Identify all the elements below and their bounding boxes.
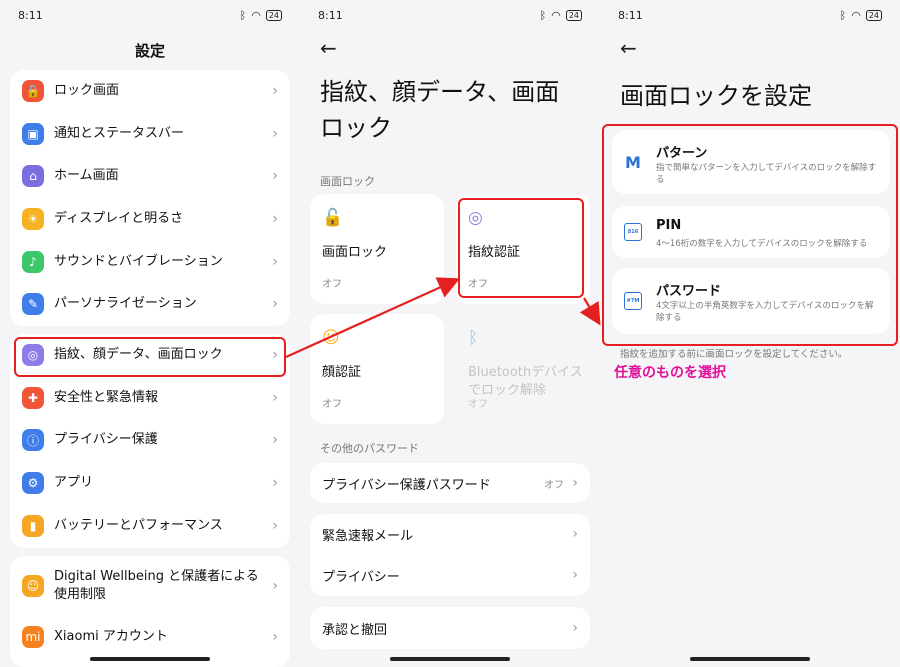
settings-item-label: ロック画面 xyxy=(54,83,120,99)
settings-item[interactable]: ♪ サウンドとバイブレーション › xyxy=(10,240,290,283)
settings-item-icon: ☀ xyxy=(22,208,44,231)
bluetooth-icon: ᛒ xyxy=(239,9,247,22)
chevron-right-icon: › xyxy=(272,389,278,406)
bluetooth-icon: ᛒ xyxy=(468,328,479,348)
chevron-right-icon: › xyxy=(272,629,278,645)
chevron-right-icon: › xyxy=(572,475,578,491)
chevron-right-icon: › xyxy=(272,125,278,142)
chevron-right-icon: › xyxy=(272,296,278,313)
settings-item-label: ホーム画面 xyxy=(54,168,119,184)
home-indicator xyxy=(390,657,510,661)
tile-bluetooth-unlock: ᛒ Bluetoothデバイスでロック解除 オフ xyxy=(456,314,590,424)
settings-item-label: ディスプレイと明るさ xyxy=(54,211,184,227)
emergency-alerts-row[interactable]: 緊急速報メール › xyxy=(310,514,590,554)
home-indicator xyxy=(90,657,210,661)
battery-icon: 24 xyxy=(565,10,582,21)
status-bar: 8:11 ᛒ ◠ 24 xyxy=(618,6,882,26)
chevron-right-icon: › xyxy=(572,526,578,542)
back-arrow-icon[interactable]: ← xyxy=(620,36,637,60)
battery-icon: 24 xyxy=(265,10,282,21)
settings-item-icon: ✚ xyxy=(22,386,44,409)
settings-panel: 8:11 ᛒ ◠ 24 設定 🔒 ロック画面 › ▣ 通知とステータスバー › ⌂ ホーム画面… xyxy=(0,0,300,667)
settings-item[interactable]: ⚙ アプリ › xyxy=(10,462,290,505)
section-label-screen-lock: 画面ロック xyxy=(320,175,375,188)
settings-item[interactable]: ✎ パーソナライゼーション › xyxy=(10,283,290,326)
settings-item[interactable]: ▮ バッテリーとパフォーマンス › xyxy=(10,504,290,547)
wifi-icon: ◠ xyxy=(851,9,861,22)
settings-item-icon: ♪ xyxy=(22,250,44,273)
status-time: 8:11 xyxy=(18,9,43,22)
chevron-right-icon: › xyxy=(572,620,578,636)
settings-item-label: 通知とステータスバー xyxy=(54,125,185,141)
settings-item[interactable]: ☀ ディスプレイと明るさ › xyxy=(10,198,290,241)
settings-item-icon: ▮ xyxy=(22,514,44,537)
settings-item[interactable]: ☺ Digital Wellbeing と保護者による 使用制限 › xyxy=(10,560,290,612)
page-title: 指紋、顔データ、画面ロック xyxy=(320,78,560,142)
settings-item-label: バッテリーとパフォーマンス xyxy=(54,517,223,533)
settings-item-icon: ☺ xyxy=(22,575,44,597)
chevron-right-icon: › xyxy=(572,567,578,583)
settings-item-icon: 🔒 xyxy=(22,80,44,103)
settings-item[interactable]: mi Xiaomi アカウント › xyxy=(10,616,290,658)
section-label-other-passwords: その他のパスワード xyxy=(320,442,419,455)
chevron-right-icon: › xyxy=(272,168,278,185)
chevron-right-icon: › xyxy=(272,211,278,228)
settings-group-1: 🔒 ロック画面 › ▣ 通知とステータスバー › ⌂ ホーム画面 › ☀ ディスプレイと明るさ › ♪ サ… xyxy=(10,70,290,326)
wifi-icon: ◠ xyxy=(551,9,561,22)
home-indicator xyxy=(690,657,810,661)
settings-item-icon: ✎ xyxy=(22,293,44,316)
chevron-right-icon: › xyxy=(272,517,278,534)
highlight-box-settings-item xyxy=(14,337,286,377)
settings-item-icon: ▣ xyxy=(22,122,44,145)
face-icon: ☺ xyxy=(322,328,340,348)
settings-item[interactable]: ⓘ プライバシー保護 › xyxy=(10,419,290,462)
tile-face-unlock[interactable]: ☺ 顔認証 オフ xyxy=(310,314,444,424)
highlight-box-lock-options xyxy=(602,124,898,346)
fingerprint-panel: 8:11 ᛒ ◠ 24 ← 指紋、顔データ、画面ロック 画面ロック 🔓 画面ロッ… xyxy=(300,0,600,667)
status-bar: 8:11 ᛒ ◠ 24 xyxy=(18,6,282,26)
annotation-text: 任意のものを選択 xyxy=(614,365,726,381)
chevron-right-icon: › xyxy=(272,475,278,492)
status-bar: 8:11 ᛒ ◠ 24 xyxy=(318,6,582,26)
chevron-right-icon: › xyxy=(272,578,278,594)
tile-screen-lock[interactable]: 🔓 画面ロック オフ xyxy=(310,194,444,304)
settings-item-label: サウンドとバイブレーション xyxy=(54,253,223,269)
settings-item-icon: ⚙ xyxy=(22,472,44,495)
battery-icon: 24 xyxy=(865,10,882,21)
settings-item-icon: mi xyxy=(22,626,44,648)
page-title: 画面ロックを設定 xyxy=(620,82,812,110)
wifi-icon: ◠ xyxy=(251,9,261,22)
settings-item-icon: ⓘ xyxy=(22,429,44,452)
settings-item-label: Xiaomi アカウント xyxy=(54,629,168,644)
settings-item[interactable]: 🔒 ロック画面 › xyxy=(10,70,290,113)
consent-row[interactable]: 承認と撤回 › xyxy=(310,607,590,649)
settings-item-label: アプリ xyxy=(54,475,94,491)
bluetooth-icon: ᛒ xyxy=(839,9,847,22)
settings-item[interactable]: ⌂ ホーム画面 › xyxy=(10,155,290,198)
page-title: 設定 xyxy=(134,42,165,60)
settings-item-label: プライバシー保護 xyxy=(54,432,158,448)
privacy-row[interactable]: プライバシー › xyxy=(310,554,590,596)
privacy-password-row[interactable]: プライバシー保護パスワード オフ › xyxy=(310,463,590,503)
chevron-right-icon: › xyxy=(272,83,278,100)
settings-item-icon: ⌂ xyxy=(22,165,44,188)
settings-item[interactable]: ✚ 安全性と緊急情報 › xyxy=(10,377,290,420)
highlight-box-fingerprint-tile xyxy=(458,198,584,298)
chevron-right-icon: › xyxy=(272,432,278,449)
settings-item-label: Digital Wellbeing と保護者による 使用制限 xyxy=(54,569,259,602)
settings-item-label: 安全性と緊急情報 xyxy=(54,389,159,405)
lock-icon: 🔓 xyxy=(322,208,344,228)
chevron-right-icon: › xyxy=(272,253,278,270)
settings-group-3: ☺ Digital Wellbeing と保護者による 使用制限 › mi Xiaomi… xyxy=(10,556,290,667)
back-arrow-icon[interactable]: ← xyxy=(320,36,337,60)
hint-text: 指紋を追加する前に画面ロックを設定してください。 xyxy=(620,349,848,360)
bluetooth-icon: ᛒ xyxy=(539,9,547,22)
settings-item-label: パーソナライゼーション xyxy=(54,296,197,312)
settings-item[interactable]: ▣ 通知とステータスバー › xyxy=(10,113,290,156)
